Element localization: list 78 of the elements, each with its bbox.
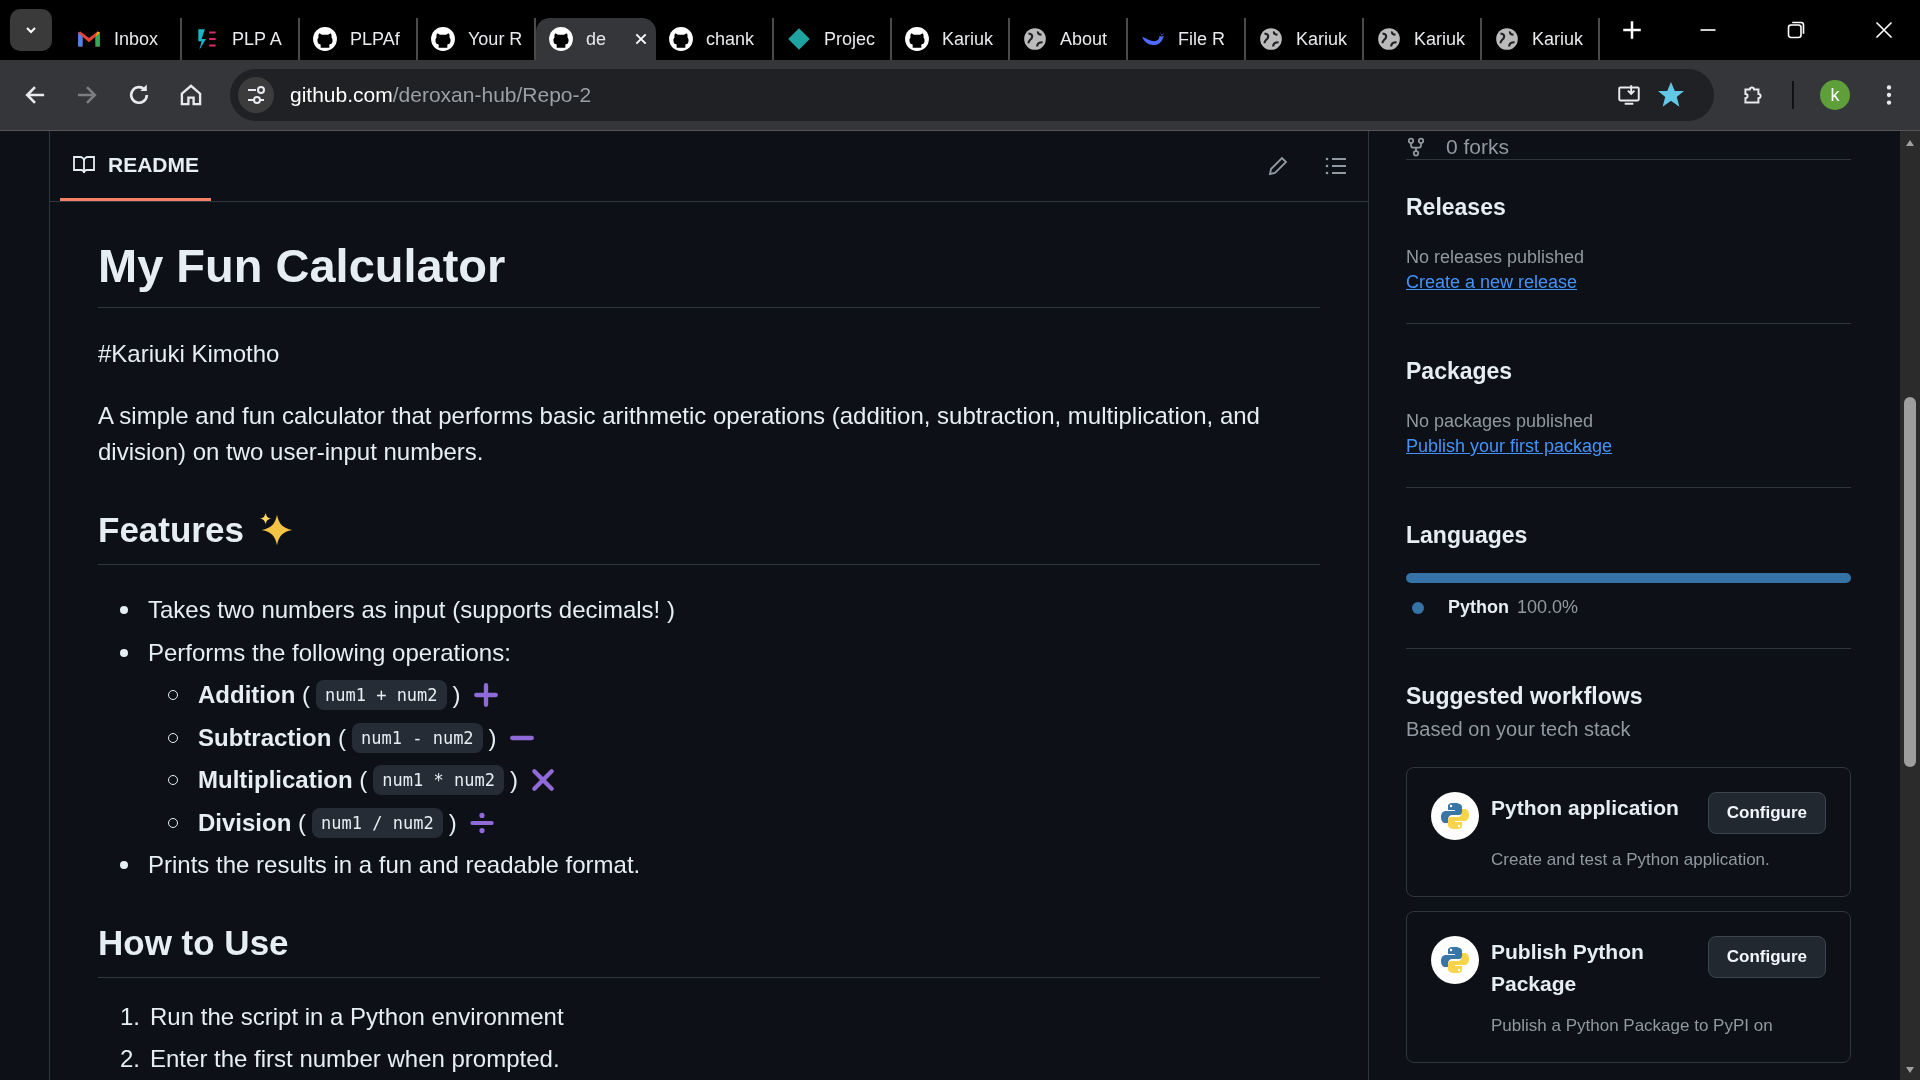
url-text: github.com/deroxan-hub/Repo-2 [290, 83, 592, 107]
configure-button[interactable]: Configure [1707, 936, 1826, 978]
inline-code: num1 * num2 [373, 765, 504, 796]
workflow-name: Python application [1491, 795, 1679, 821]
section-title: Packages [1406, 358, 1514, 385]
feature-item: Takes two numbers as input (supports decimals! ) [148, 596, 675, 625]
new-tab-icon[interactable] [1622, 20, 1642, 40]
workflow-name: Publish Python Package [1491, 939, 1645, 997]
star-icon[interactable] [1658, 82, 1684, 108]
python-logo-icon [1431, 792, 1479, 840]
bullet-icon [120, 648, 128, 657]
inline-code: num1 / num2 [312, 807, 443, 838]
diamond-icon [786, 26, 812, 52]
browser-tab[interactable]: de [536, 18, 656, 60]
step-number: 2. [120, 1045, 140, 1074]
step-text: Run the script in a Python environment [150, 1002, 564, 1031]
globe-icon [1022, 26, 1048, 52]
site-settings-icon[interactable] [238, 77, 274, 113]
section-title: Suggested workflows [1406, 683, 1644, 710]
workflow-description: Publish a Python Package to PyPI on [1491, 1016, 1774, 1036]
inline-code: num1 - num2 [352, 722, 483, 753]
closing-parenthesis: ) [448, 808, 457, 837]
inline-code: num1 + num2 [316, 680, 447, 711]
multiply-icon [529, 767, 556, 794]
octocat-icon [312, 26, 338, 52]
octocat-icon [904, 26, 930, 52]
operation-name: Subtraction ( [198, 723, 346, 752]
section-title: Releases [1406, 194, 1507, 221]
step-number: 1. [120, 1002, 140, 1031]
plus-icon [472, 682, 499, 709]
section-title: Languages [1406, 522, 1529, 549]
octocat-icon [430, 26, 456, 52]
restore-icon[interactable] [1786, 20, 1806, 40]
closing-parenthesis: ) [488, 723, 497, 752]
language-percent: 100.0% [1517, 597, 1579, 618]
close-icon[interactable] [634, 32, 648, 46]
operation-name: Multiplication ( [198, 766, 368, 795]
empty-note: No packages published [1406, 411, 1595, 432]
feature-item: Performs the following operations: [148, 638, 511, 667]
globe-icon [1376, 26, 1402, 52]
readme-tab[interactable]: README [60, 131, 211, 201]
scroll-thumb[interactable] [1904, 397, 1916, 767]
address-bar[interactable]: github.com/deroxan-hub/Repo-2 [230, 69, 1714, 121]
close-icon[interactable] [1874, 20, 1894, 40]
author-text: #Kariuki Kimotho [98, 340, 281, 368]
section-heading: How to Use [98, 922, 290, 963]
step-text: Enter the first number when prompted. [150, 1045, 560, 1074]
globe-icon [1494, 26, 1520, 52]
closing-parenthesis: ) [509, 766, 518, 795]
scroll-up-icon[interactable] [1905, 139, 1915, 147]
feature-item: Prints the results in a fun and readable format. [148, 851, 641, 880]
install-app-icon[interactable] [1616, 82, 1642, 108]
readme-title: My Fun Calculator [98, 238, 507, 293]
section-link[interactable]: Publish your first package [1406, 436, 1613, 456]
home-icon[interactable] [178, 82, 204, 108]
section-heading: Features [98, 510, 244, 550]
globe-icon [1258, 26, 1284, 52]
python-logo-icon [1431, 936, 1479, 984]
scroll-down-icon[interactable] [1905, 1066, 1915, 1074]
fork-icon [1406, 137, 1426, 157]
edit-icon[interactable] [1266, 154, 1290, 178]
empty-note: No releases published [1406, 247, 1586, 268]
configure-button[interactable]: Configure [1707, 792, 1826, 834]
octocat-icon [668, 26, 694, 52]
section-subtitle: Based on your tech stack [1406, 718, 1632, 741]
bullet-icon [120, 861, 128, 870]
description-text: A simple and fun calculator that performs basic arithmetic operations (addition, subtraction, multiplication, and division) on two user-input numbers. [98, 401, 1261, 467]
minus-icon [508, 734, 535, 741]
scrollbar[interactable] [1900, 131, 1920, 1080]
workflow-description: Create and test a Python application. [1491, 850, 1771, 870]
operation-name: Addition ( [198, 681, 310, 710]
closing-parenthesis: ) [452, 681, 461, 710]
operation-name: Division ( [198, 808, 307, 837]
octocat-icon [548, 26, 574, 52]
language-name[interactable]: Python [1448, 597, 1509, 618]
bullet-icon [120, 606, 128, 615]
forks-count[interactable]: 0 forks [1446, 135, 1510, 159]
section-link[interactable]: Create a new release [1406, 272, 1578, 292]
